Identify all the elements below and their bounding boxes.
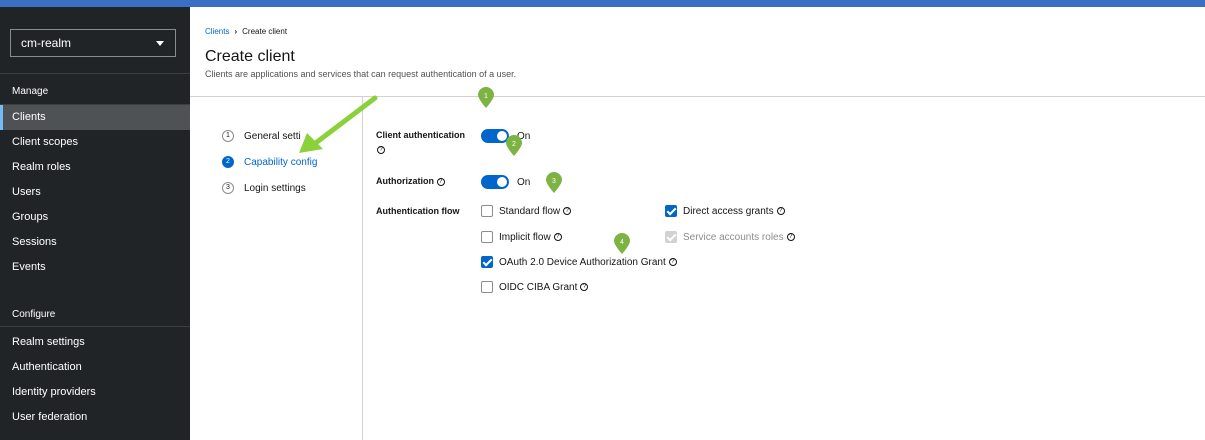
step-label: Capability config [244, 156, 318, 168]
standard-flow-checkbox[interactable] [481, 205, 493, 217]
wizard-step-login[interactable]: 3 Login settings [222, 180, 306, 196]
standard-flow-label: Standard flow [499, 205, 561, 217]
direct-access-grants-option[interactable]: Direct access grants ? [665, 205, 785, 217]
step-label: General setti [244, 130, 301, 142]
sidebar-item-events[interactable]: Events [0, 255, 190, 280]
wizard-step-capability[interactable]: 2 Capability config [222, 154, 317, 170]
sidebar-item-identity-providers[interactable]: Identity providers [0, 380, 190, 405]
device-authorization-grant-option[interactable]: OAuth 2.0 Device Authorization Grant ? [481, 256, 677, 268]
direct-access-grants-label: Direct access grants [683, 205, 774, 217]
implicit-flow-label: Implicit flow [499, 231, 551, 243]
sidebar-section-manage: Manage [12, 86, 49, 97]
sidebar-divider [0, 326, 190, 327]
service-accounts-roles-option: Service accounts roles ? [665, 231, 795, 243]
wizard-step-general[interactable]: 1 General setti [222, 128, 301, 144]
pin-label: 2 [512, 141, 516, 148]
annotation-pin-3-icon: 3 [546, 172, 562, 193]
help-icon[interactable]: ? [668, 258, 677, 266]
sidebar-item-groups[interactable]: Groups [0, 205, 190, 230]
help-icon[interactable]: ? [786, 233, 795, 241]
implicit-flow-option[interactable]: Implicit flow ? [481, 231, 562, 243]
authentication-flow-label: Authentication flow [376, 206, 460, 216]
step-label: Login settings [244, 182, 306, 194]
authorization-label: Authorization ? [376, 176, 445, 186]
sidebar-item-users[interactable]: Users [0, 180, 190, 205]
help-icon[interactable]: ? [776, 207, 785, 215]
help-icon[interactable]: ? [580, 283, 589, 291]
breadcrumb-current: Create client [242, 27, 288, 36]
sidebar-item-sessions[interactable]: Sessions [0, 230, 190, 255]
sidebar: cm-realm Manage Clients Client scopes Re… [0, 7, 190, 440]
device-authorization-grant-checkbox[interactable] [481, 256, 493, 268]
annotation-pin-2-icon: 2 [506, 135, 522, 156]
sidebar-item-user-federation[interactable]: User federation [0, 405, 190, 430]
pin-label: 4 [620, 239, 624, 246]
standard-flow-option[interactable]: Standard flow ? [481, 205, 572, 217]
sidebar-item-clients[interactable]: Clients [0, 105, 190, 130]
help-icon[interactable]: ? [436, 177, 445, 186]
client-authentication-label: Client authentication [376, 130, 465, 140]
step-number: 2 [222, 156, 234, 168]
sidebar-item-realm-settings[interactable]: Realm settings [0, 330, 190, 355]
help-icon[interactable]: ? [553, 233, 562, 241]
top-bar [0, 0, 1205, 7]
help-icon[interactable]: ? [563, 207, 572, 215]
page-description: Clients are applications and services th… [205, 69, 517, 79]
step-number: 3 [222, 182, 234, 194]
pin-label: 3 [552, 178, 556, 185]
sidebar-item-realm-roles[interactable]: Realm roles [0, 155, 190, 180]
implicit-flow-checkbox[interactable] [481, 231, 493, 243]
breadcrumb-separator-icon: › [234, 27, 238, 36]
realm-selector-value: cm-realm [21, 36, 71, 50]
service-accounts-roles-label: Service accounts roles [683, 231, 784, 243]
authorization-state: On [517, 177, 531, 188]
step-number: 1 [222, 130, 234, 142]
toggle-knob [497, 177, 507, 187]
breadcrumb: Clients › Create client [205, 27, 287, 36]
sidebar-item-client-scopes[interactable]: Client scopes [0, 130, 190, 155]
service-accounts-roles-checkbox [665, 231, 677, 243]
client-authentication-text: Client authentication [376, 130, 466, 140]
pin-label: 1 [484, 93, 488, 100]
oidc-ciba-grant-checkbox[interactable] [481, 281, 493, 293]
annotation-pin-1-icon: 1 [478, 87, 494, 108]
sidebar-section-configure: Configure [12, 309, 56, 320]
oidc-ciba-grant-option[interactable]: OIDC CIBA Grant ? [481, 281, 589, 293]
realm-selector[interactable]: cm-realm [10, 29, 176, 57]
authorization-text: Authorization [376, 176, 434, 186]
caret-down-icon [156, 41, 164, 46]
sidebar-divider [0, 73, 190, 74]
authorization-toggle[interactable] [481, 175, 509, 189]
breadcrumb-link-clients[interactable]: Clients [205, 27, 229, 36]
oidc-ciba-grant-label: OIDC CIBA Grant [499, 281, 578, 293]
sidebar-item-authentication[interactable]: Authentication [0, 355, 190, 380]
page-title: Create client [205, 48, 295, 65]
device-authorization-grant-label: OAuth 2.0 Device Authorization Grant [499, 256, 666, 268]
annotation-arrow-icon [299, 95, 378, 153]
annotation-pin-4-icon: 4 [614, 233, 630, 254]
direct-access-grants-checkbox[interactable] [665, 205, 677, 217]
